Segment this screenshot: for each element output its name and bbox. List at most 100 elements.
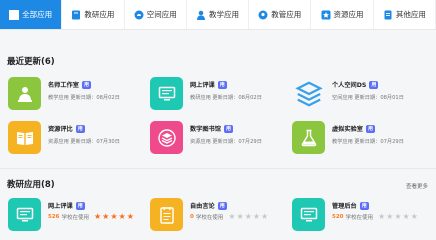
app-card[interactable]: 数字图书馆用 资源应用 更新日期：07月29日 <box>150 121 280 159</box>
app-card[interactable]: 个人空间DS 用 空间应用 更新日期：08月01日 <box>292 77 422 115</box>
app-type-badge: 用 <box>75 124 85 133</box>
school-count: 526 <box>48 214 60 220</box>
app-name: 网上评课 <box>48 203 73 210</box>
app-name: 管理后台 <box>332 203 357 210</box>
file-icon <box>383 10 393 20</box>
school-count: 0 <box>190 214 194 220</box>
app-tile[interactable] <box>292 77 325 110</box>
app-update-date: 资源应用 更新日期：07月30日 <box>48 139 120 145</box>
star-empty-icon: ★ <box>402 212 410 221</box>
app-type-badge: 用 <box>81 80 91 89</box>
star-empty-icon: ★ <box>252 212 261 221</box>
star-empty-icon: ★ <box>244 212 252 221</box>
teacher-icon <box>196 10 206 20</box>
app-type-badge: 用 <box>217 80 227 89</box>
star-filled-icon: ★ <box>110 212 118 221</box>
app-name: 网上评课 <box>190 82 215 89</box>
app-update-date: 资源应用 更新日期：07月29日 <box>190 139 262 145</box>
usage-rating: 526 学校在使用 ★ ★ ★ ★ ★ <box>48 213 134 222</box>
tab-all-apps[interactable]: 全部应用 <box>0 0 63 29</box>
book-icon <box>71 10 81 20</box>
app-tile[interactable] <box>292 198 325 231</box>
app-tile[interactable] <box>150 121 183 154</box>
tab-label: 教研应用 <box>84 10 115 19</box>
app-name: 名师工作室 <box>48 82 79 89</box>
open-book-icon <box>16 131 33 145</box>
tab-label: 教学应用 <box>208 10 239 19</box>
app-name: 虚拟实验室 <box>332 126 363 133</box>
research-apps-title: 教研应用(8) <box>7 180 55 190</box>
app-type-badge: 用 <box>217 201 227 210</box>
usage-rating: 520 学校在使用 ★ ★ ★ ★ ★ <box>332 213 418 222</box>
view-more-link[interactable]: 查看更多 <box>406 182 428 190</box>
tab-label: 其他应用 <box>395 10 426 19</box>
head-icon <box>258 10 268 20</box>
app-tile[interactable] <box>8 77 41 110</box>
tab-research-apps[interactable]: 教研应用 <box>62 0 125 29</box>
app-card[interactable]: 虚拟实验室用 教学应用 更新日期：07月29日 <box>292 121 422 159</box>
app-name: 资源评比 <box>48 126 73 133</box>
app-type-badge: 用 <box>75 201 85 210</box>
star-filled-icon: ★ <box>94 212 102 221</box>
usage-rating: 0 学校在使用 ★ ★ ★ ★ ★ <box>190 213 268 222</box>
star-empty-icon: ★ <box>394 212 402 221</box>
app-category-tabs: 全部应用 教研应用 空间应用 教学应用 教管应用 资源应用 其他应用 <box>0 0 436 30</box>
app-tile[interactable] <box>150 198 183 231</box>
app-card[interactable]: 网上评课用 526 学校在使用 ★ ★ ★ ★ ★ <box>8 198 138 236</box>
tab-label: 教管应用 <box>271 10 302 19</box>
stack-icon <box>157 128 176 147</box>
app-tile[interactable] <box>292 121 325 154</box>
star-filled-icon: ★ <box>126 212 134 221</box>
app-name: 个人空间DS <box>332 82 367 89</box>
tab-management-apps[interactable]: 教管应用 <box>249 0 312 29</box>
recent-updates-title: 最近更新(6) <box>7 57 55 67</box>
star-empty-icon: ★ <box>236 212 244 221</box>
tab-other-apps[interactable]: 其他应用 <box>374 0 436 29</box>
monitor-icon <box>16 207 33 221</box>
notepad-icon <box>159 206 174 224</box>
app-update-date: 教学应用 更新日期：07月29日 <box>332 139 404 145</box>
usage-suffix: 学校在使用 <box>195 215 224 221</box>
usage-suffix: 学校在使用 <box>345 215 373 221</box>
app-card[interactable]: 管理后台用 520 学校在使用 ★ ★ ★ ★ ★ <box>292 198 422 236</box>
star-empty-icon: ★ <box>261 212 269 221</box>
layers-icon <box>294 81 323 106</box>
star-empty-icon: ★ <box>386 212 394 221</box>
app-card[interactable]: 资源评比用 资源应用 更新日期：07月30日 <box>8 121 138 159</box>
star-empty-icon: ★ <box>228 212 236 221</box>
usage-suffix: 学校在使用 <box>61 215 89 221</box>
tab-label: 空间应用 <box>146 10 177 19</box>
app-type-badge: 用 <box>359 201 369 210</box>
app-card[interactable]: 自由言论用 0 学校在使用 ★ ★ ★ ★ ★ <box>150 198 280 236</box>
tab-teaching-apps[interactable]: 教学应用 <box>187 0 250 29</box>
tab-resource-apps[interactable]: 资源应用 <box>311 0 374 29</box>
star-rating: ★ ★ ★ ★ ★ <box>94 213 134 221</box>
app-type-badge: 用 <box>369 80 379 89</box>
app-card[interactable]: 名师工作室用 教学应用 更新日期：08月02日 <box>8 77 138 115</box>
star-filled-icon: ★ <box>102 212 110 221</box>
app-card[interactable]: 网上评课用 教研应用 更新日期：08月02日 <box>150 77 280 115</box>
tab-space-apps[interactable]: 空间应用 <box>125 0 187 29</box>
app-update-date: 空间应用 更新日期：08月01日 <box>332 95 404 101</box>
star-rating: ★ ★ ★ ★ ★ <box>228 213 268 221</box>
star-empty-icon: ★ <box>410 212 418 221</box>
grid-icon <box>9 9 20 20</box>
monitor-icon <box>158 86 175 100</box>
app-tile[interactable] <box>150 77 183 110</box>
monitor-icon <box>300 207 317 221</box>
star-filled-icon: ★ <box>118 212 126 221</box>
app-type-badge: 用 <box>365 124 375 133</box>
app-update-date: 教研应用 更新日期：08月02日 <box>190 95 262 101</box>
school-count: 520 <box>332 214 344 220</box>
app-type-badge: 用 <box>223 124 233 133</box>
app-tile[interactable] <box>8 121 41 154</box>
star-rating: ★ ★ ★ ★ ★ <box>378 213 418 221</box>
tab-label: 全部应用 <box>22 10 53 19</box>
app-tile[interactable] <box>8 198 41 231</box>
tab-label: 资源应用 <box>333 10 364 19</box>
star-icon <box>321 10 331 20</box>
flask-icon <box>301 129 316 146</box>
app-name: 数字图书馆 <box>190 126 221 133</box>
app-name: 自由言论 <box>190 203 215 210</box>
cloud-icon <box>134 10 144 20</box>
